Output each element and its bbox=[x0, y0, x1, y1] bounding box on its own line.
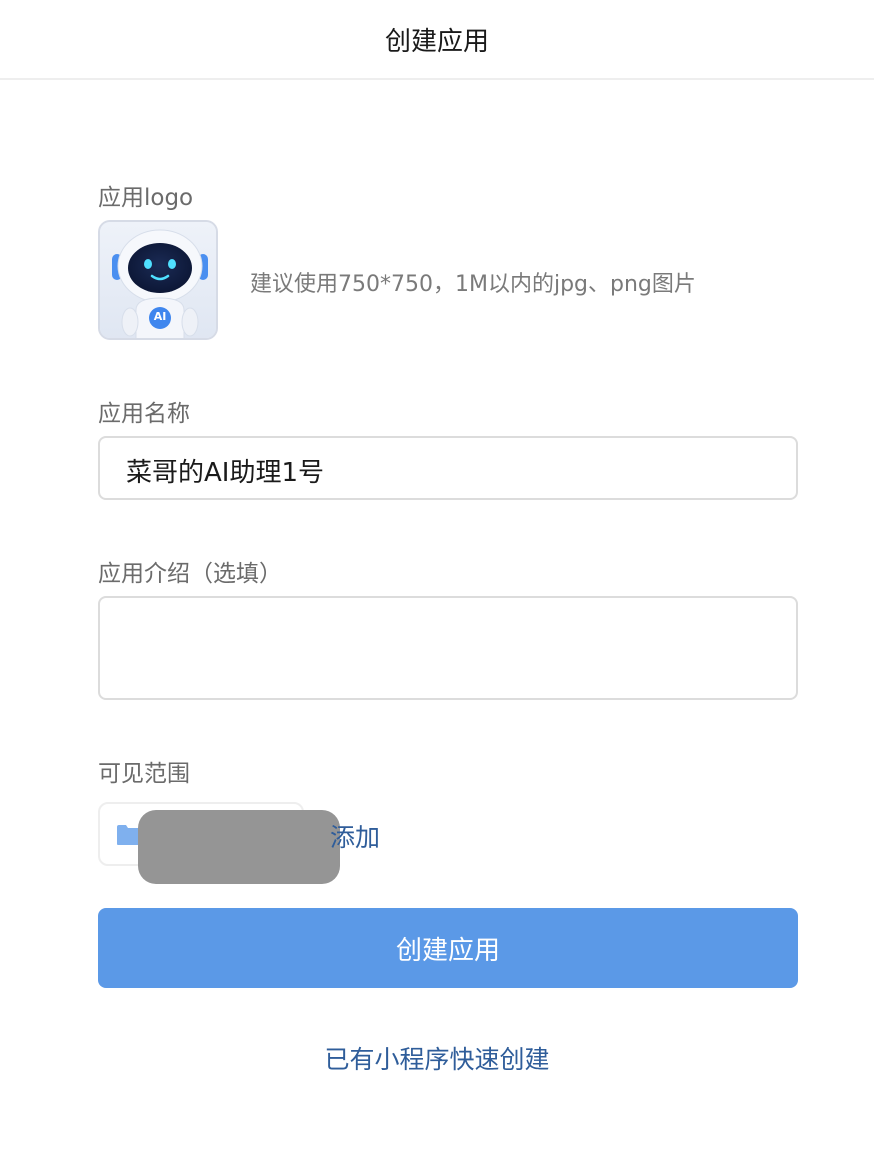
quick-create-link[interactable]: 已有小程序快速创建 bbox=[0, 1040, 874, 1076]
logo-label: 应用logo bbox=[98, 185, 194, 211]
create-app-button[interactable]: 创建应用 bbox=[98, 908, 798, 988]
logo-badge-text: AI bbox=[153, 310, 167, 323]
app-description-input[interactable] bbox=[98, 596, 798, 700]
app-logo-upload[interactable]: AI bbox=[98, 220, 218, 340]
description-label: 应用介绍（选填） bbox=[98, 561, 282, 587]
name-label: 应用名称 bbox=[98, 401, 190, 427]
add-scope-link[interactable]: 添加 bbox=[330, 818, 380, 854]
page-title: 创建应用 bbox=[384, 26, 489, 57]
top-bar: 创建应用 bbox=[0, 0, 874, 80]
app-name-value: 菜哥的AI助理1号 bbox=[126, 458, 324, 488]
redacted-area bbox=[138, 810, 340, 884]
app-name-input[interactable]: 菜哥的AI助理1号 bbox=[98, 436, 798, 500]
scope-label: 可见范围 bbox=[98, 761, 190, 787]
logo-hint: 建议使用750*750，1M以内的jpg、png图片 bbox=[250, 272, 696, 297]
